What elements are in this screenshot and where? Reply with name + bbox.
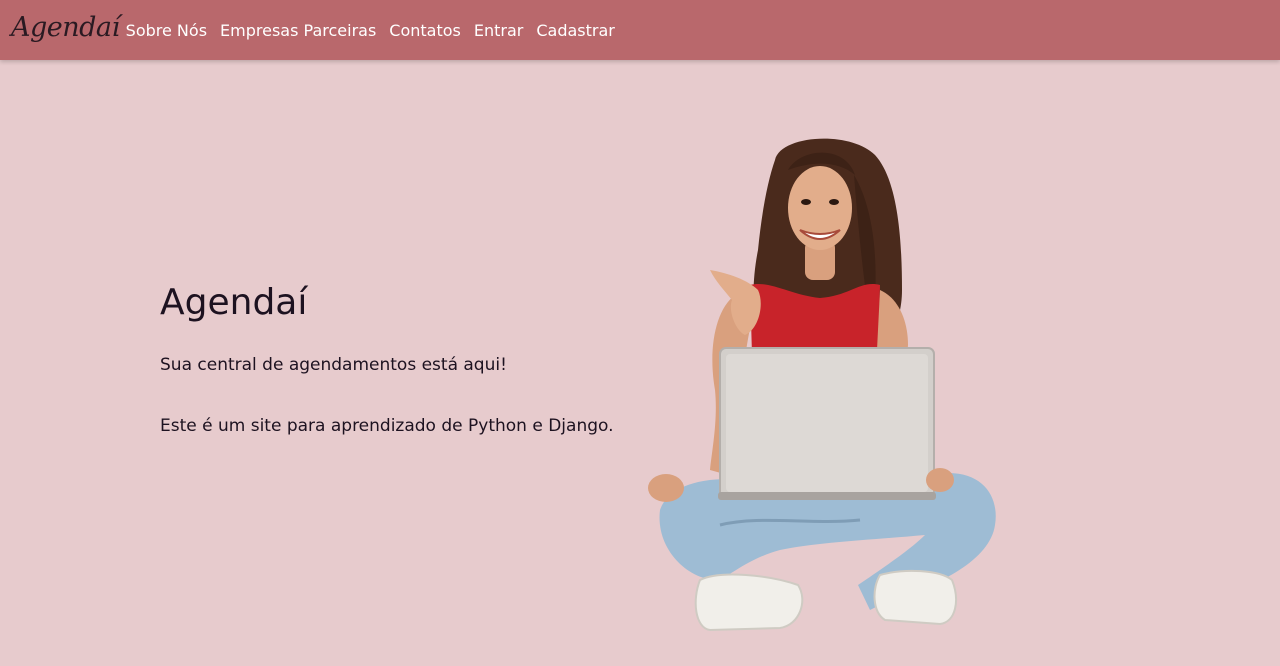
hero-title: Agendaí xyxy=(160,282,308,323)
woman-with-laptop-illustration xyxy=(648,138,996,632)
nav-link-contatos[interactable]: Contatos xyxy=(389,21,461,40)
nav-link-empresas-parceiras[interactable]: Empresas Parceiras xyxy=(220,21,376,40)
brand-logo[interactable]: Agendaí xyxy=(11,14,120,41)
navbar: Agendaí Sobre Nós Empresas Parceiras Con… xyxy=(0,0,1280,60)
nav-link-entrar[interactable]: Entrar xyxy=(474,21,523,40)
nav-link-sobre-nos[interactable]: Sobre Nós xyxy=(126,21,207,40)
hero-description: Este é um site para aprendizado de Pytho… xyxy=(160,416,614,436)
hero-text: Agendaí Sua central de agendamentos está… xyxy=(160,282,640,436)
nav-link-cadastrar[interactable]: Cadastrar xyxy=(536,21,615,40)
hero-subtitle: Sua central de agendamentos está aqui! xyxy=(160,355,507,375)
hero-illustration xyxy=(640,130,1010,640)
nav-links: Sobre Nós Empresas Parceiras Contatos En… xyxy=(126,21,628,40)
